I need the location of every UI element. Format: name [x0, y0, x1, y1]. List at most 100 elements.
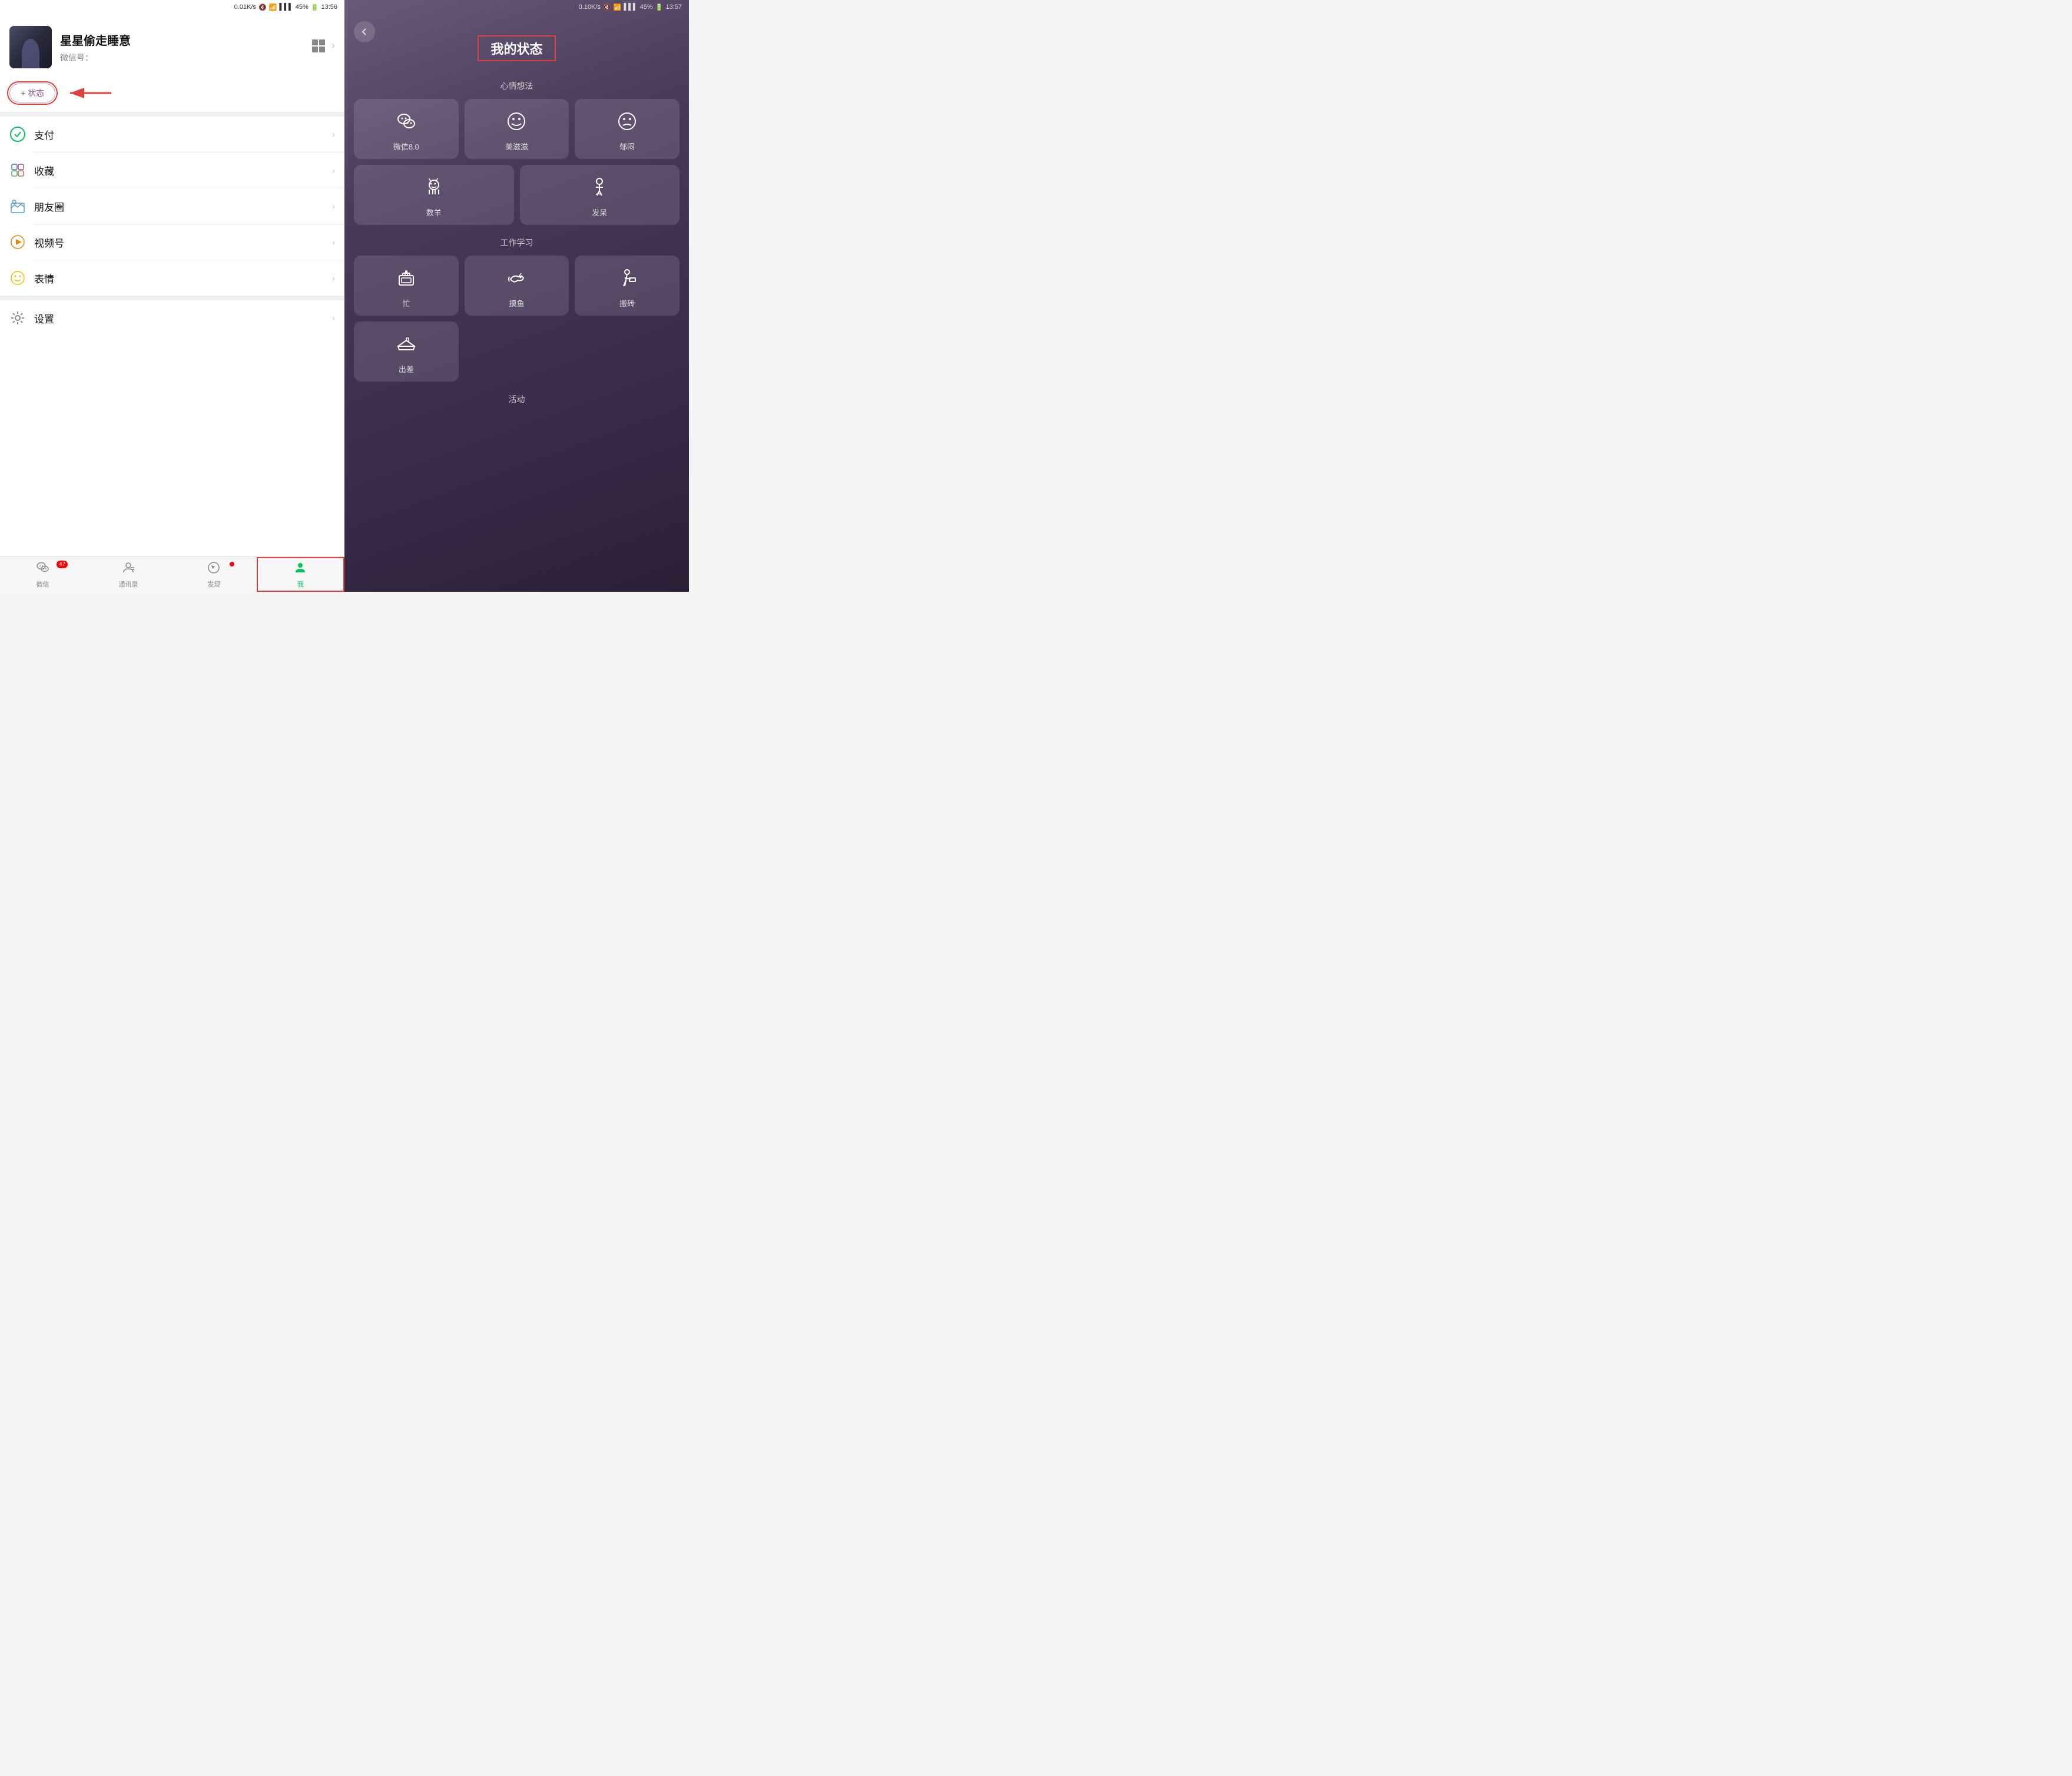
battery-icon-left: 🔋 [311, 4, 319, 11]
pay-chevron-icon: › [332, 130, 335, 139]
main-divider [0, 112, 344, 117]
settings-divider [0, 296, 344, 300]
shuyang-icon [423, 177, 445, 202]
favorites-chevron-icon: › [332, 165, 335, 175]
channels-chevron-icon: › [332, 237, 335, 247]
qr-block-4 [319, 47, 325, 52]
wechat-nav-icon [36, 561, 50, 578]
qr-block-2 [319, 39, 325, 45]
wechat-badge: 47 [57, 561, 68, 568]
moyu-label: 摸鱼 [509, 297, 524, 309]
nav-wechat[interactable]: 47 微信 [0, 557, 85, 592]
menu-item-stickers[interactable]: 表情 › [0, 260, 344, 296]
work-grid-1col: 出差 [344, 322, 689, 382]
fazhen-label: 发呆 [592, 207, 607, 218]
moments-label: 朋友圈 [34, 199, 324, 214]
pay-icon [9, 126, 26, 143]
settings-icon [9, 310, 26, 326]
wechat80-icon [396, 111, 417, 136]
status-card-wechat80[interactable]: 微信8.0 [354, 99, 459, 159]
nav-discover-label: 发现 [207, 579, 220, 589]
wifi-icon-right: 📶 [614, 4, 622, 11]
signal-icon-right: ▌▌▌ [624, 4, 637, 11]
menu-item-moments[interactable]: 朋友圈 › [0, 188, 344, 224]
battery-icon-right: 🔋 [655, 4, 664, 11]
qr-block-3 [312, 47, 318, 52]
section-label-work: 工作学习 [344, 237, 689, 248]
status-button[interactable]: + 状态 [9, 84, 55, 102]
stickers-chevron-icon: › [332, 273, 335, 283]
profile-name: 星星偷走睡意 [60, 31, 335, 48]
settings-chevron-icon: › [332, 313, 335, 323]
menu-item-settings[interactable]: 设置 › [0, 300, 344, 336]
status-card-meizi[interactable]: 美滋滋 [465, 99, 569, 159]
banzhuang-icon [616, 267, 638, 293]
page-title: 我的状态 [478, 35, 555, 61]
mute-icon-left: 🔇 [258, 4, 267, 11]
profile-chevron-icon: › [332, 41, 335, 51]
favorites-icon [9, 162, 26, 178]
avatar[interactable] [9, 26, 52, 68]
section-label-activity: 活动 [344, 393, 689, 405]
time-right: 13:57 [665, 4, 682, 11]
favorites-label: 收藏 [34, 163, 324, 178]
menu-item-pay[interactable]: 支付 › [0, 117, 344, 152]
discover-nav-icon [207, 561, 221, 578]
status-card-shuyang[interactable]: 数羊 [354, 165, 514, 225]
status-card-banzhuang[interactable]: 搬砖 [575, 256, 679, 316]
status-card-yumen[interactable]: 郁闷 [575, 99, 679, 159]
nav-me-label: 我 [297, 579, 304, 589]
nav-contacts-label: 通讯录 [118, 579, 138, 589]
status-bar-left: 0.01K/s 🔇 📶 ▌▌▌ 45% 🔋 13:56 [0, 0, 344, 14]
qr-code-icon[interactable] [312, 39, 325, 52]
shuyang-label: 数羊 [426, 207, 442, 218]
network-speed-right: 0.10K/s [579, 4, 601, 11]
red-arrow-annotation [67, 85, 114, 101]
nav-contacts[interactable]: 通讯录 [85, 557, 171, 592]
moments-chevron-icon: › [332, 201, 335, 211]
busy-label: 忙 [402, 297, 410, 309]
menu-item-favorites[interactable]: 收藏 › [0, 153, 344, 188]
page-title-container: 我的状态 [344, 31, 689, 66]
status-bar-right: 0.10K/s 🔇 📶 ▌▌▌ 45% 🔋 13:57 [344, 0, 689, 14]
chuchai-label: 出差 [399, 363, 414, 375]
meizi-label: 美滋滋 [505, 141, 528, 152]
network-speed-left: 0.01K/s [234, 4, 256, 11]
qr-block-1 [312, 39, 318, 45]
moyu-icon [506, 267, 527, 293]
signal-icon-left: ▌▌▌ [279, 4, 293, 11]
avatar-image [9, 26, 52, 68]
profile-wechat-id: 微信号： [60, 52, 335, 64]
menu-item-channels[interactable]: 视频号 › [0, 224, 344, 260]
moments-icon [9, 198, 26, 214]
work-grid-3col: 忙 摸鱼 [344, 256, 689, 316]
back-button[interactable] [354, 21, 375, 42]
stickers-icon [9, 270, 26, 286]
meizi-icon [506, 111, 527, 136]
status-card-busy[interactable]: 忙 [354, 256, 459, 316]
channels-label: 视频号 [34, 235, 324, 250]
pay-label: 支付 [34, 127, 324, 142]
right-content: 心情想法 微信8.0 [344, 66, 689, 592]
yumen-icon [616, 111, 638, 136]
left-panel: 0.01K/s 🔇 📶 ▌▌▌ 45% 🔋 13:56 星星偷走睡意 微信号： [0, 0, 344, 592]
channels-icon [9, 234, 26, 250]
status-card-fazhen[interactable]: 发呆 [520, 165, 680, 225]
wechat80-label: 微信8.0 [393, 141, 419, 152]
yumen-label: 郁闷 [619, 141, 635, 152]
nav-me[interactable]: 我 [257, 557, 344, 592]
status-button-container: + 状态 [0, 78, 344, 112]
stickers-label: 表情 [34, 271, 324, 286]
contacts-nav-icon [121, 561, 135, 578]
status-card-moyu[interactable]: 摸鱼 [465, 256, 569, 316]
wifi-icon-left: 📶 [269, 4, 277, 11]
time-left: 13:56 [321, 4, 337, 11]
status-card-chuchai[interactable]: 出差 [354, 322, 459, 382]
wechat-label: 微信号： [60, 53, 93, 62]
fazhen-icon [589, 177, 610, 202]
nav-discover[interactable]: 发现 [171, 557, 257, 592]
right-panel: 0.10K/s 🔇 📶 ▌▌▌ 45% 🔋 13:57 我的状态 心情想法 [344, 0, 689, 592]
mood-grid-2col: 数羊 发呆 [344, 165, 689, 225]
nav-wechat-label: 微信 [37, 579, 49, 589]
section-label-mood: 心情想法 [344, 80, 689, 92]
